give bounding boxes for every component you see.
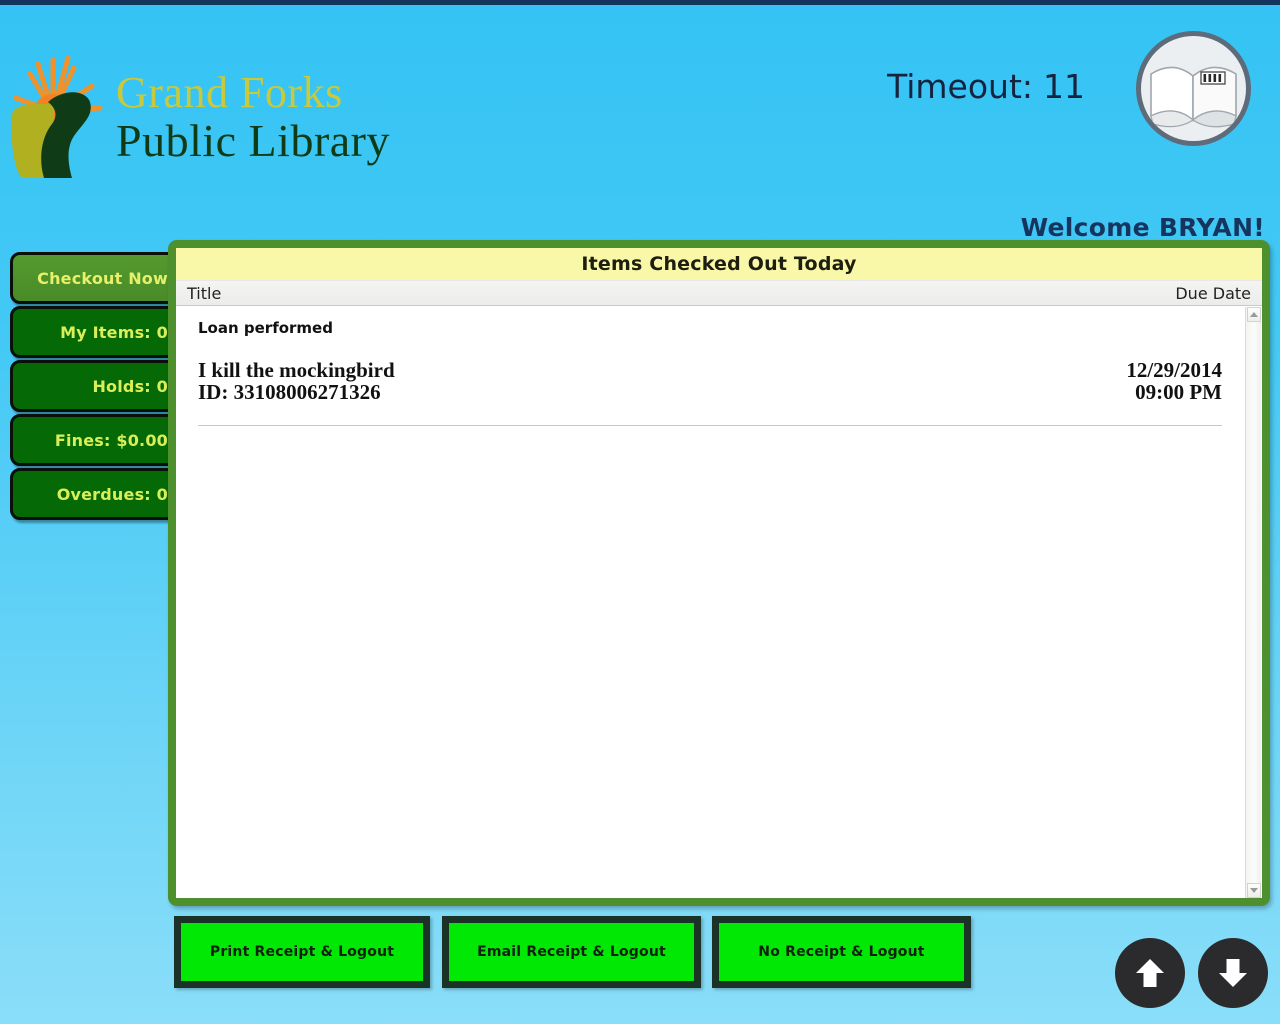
- panel-title: Items Checked Out Today: [176, 248, 1262, 280]
- arrow-up-icon: [1131, 954, 1169, 992]
- print-receipt-logout-button[interactable]: Print Receipt & Logout: [174, 916, 430, 988]
- sidebar-item-label: Fines: $0.00: [54, 430, 168, 450]
- open-book-icon: [1136, 31, 1251, 146]
- button-label: Email Receipt & Logout: [477, 944, 666, 960]
- sidebar-item-label: My Items: 0: [60, 322, 168, 342]
- library-sunburst-logo-icon: [8, 40, 128, 180]
- timeout-label: Timeout:: [887, 67, 1033, 106]
- panel-inner: Items Checked Out Today Title Due Date L…: [176, 248, 1262, 898]
- item-id: ID: 33108006271326: [198, 380, 381, 404]
- welcome-message: Welcome BRYAN!: [1020, 213, 1265, 242]
- logo-line-1: Grand Forks: [116, 68, 343, 117]
- sidebar-item-label: Overdues: 0: [56, 484, 168, 504]
- arrow-down-icon: [1214, 954, 1252, 992]
- vertical-scrollbar[interactable]: [1245, 307, 1261, 898]
- item-title-block: I kill the mockingbird ID: 3310800627132…: [198, 359, 395, 403]
- column-header-title: Title: [187, 283, 222, 303]
- checked-out-list: Loan performed I kill the mockingbird ID…: [176, 307, 1262, 898]
- scroll-up-button[interactable]: [1115, 938, 1185, 1008]
- logo-line-2: Public Library: [116, 115, 390, 166]
- session-timeout: Timeout: 11: [887, 67, 1085, 106]
- sidebar-item-label: Checkout Now: [37, 268, 168, 288]
- button-label: Print Receipt & Logout: [209, 944, 395, 960]
- sidebar-item-label: Holds: 0: [92, 376, 168, 396]
- no-receipt-logout-button[interactable]: No Receipt & Logout: [712, 916, 971, 988]
- scroll-down-button[interactable]: [1198, 938, 1268, 1008]
- scrollbar-up-arrow-icon[interactable]: [1247, 307, 1261, 322]
- email-receipt-logout-button[interactable]: Email Receipt & Logout: [442, 916, 701, 988]
- button-label: No Receipt & Logout: [758, 944, 925, 960]
- item-due-time: 09:00 PM: [1135, 380, 1222, 404]
- top-accent-bar: [0, 0, 1280, 5]
- loan-status-message: Loan performed: [198, 319, 333, 337]
- scrollbar-down-arrow-icon[interactable]: [1247, 883, 1261, 898]
- table-column-headers: Title Due Date: [176, 280, 1262, 306]
- timeout-value: 11: [1043, 67, 1085, 106]
- column-header-due-date: Due Date: [1175, 283, 1251, 303]
- list-scroll-content: Loan performed I kill the mockingbird ID…: [176, 307, 1244, 898]
- item-due-block: 12/29/2014 09:00 PM: [1126, 359, 1222, 403]
- item-due-date: 12/29/2014: [1126, 358, 1222, 382]
- library-logo: Grand Forks Public Library: [8, 40, 428, 185]
- checked-out-panel: Items Checked Out Today Title Due Date L…: [168, 240, 1270, 906]
- logo-wordmark: Grand Forks Public Library: [116, 70, 436, 166]
- item-title: I kill the mockingbird: [198, 358, 395, 382]
- table-row[interactable]: I kill the mockingbird ID: 3310800627132…: [198, 359, 1222, 426]
